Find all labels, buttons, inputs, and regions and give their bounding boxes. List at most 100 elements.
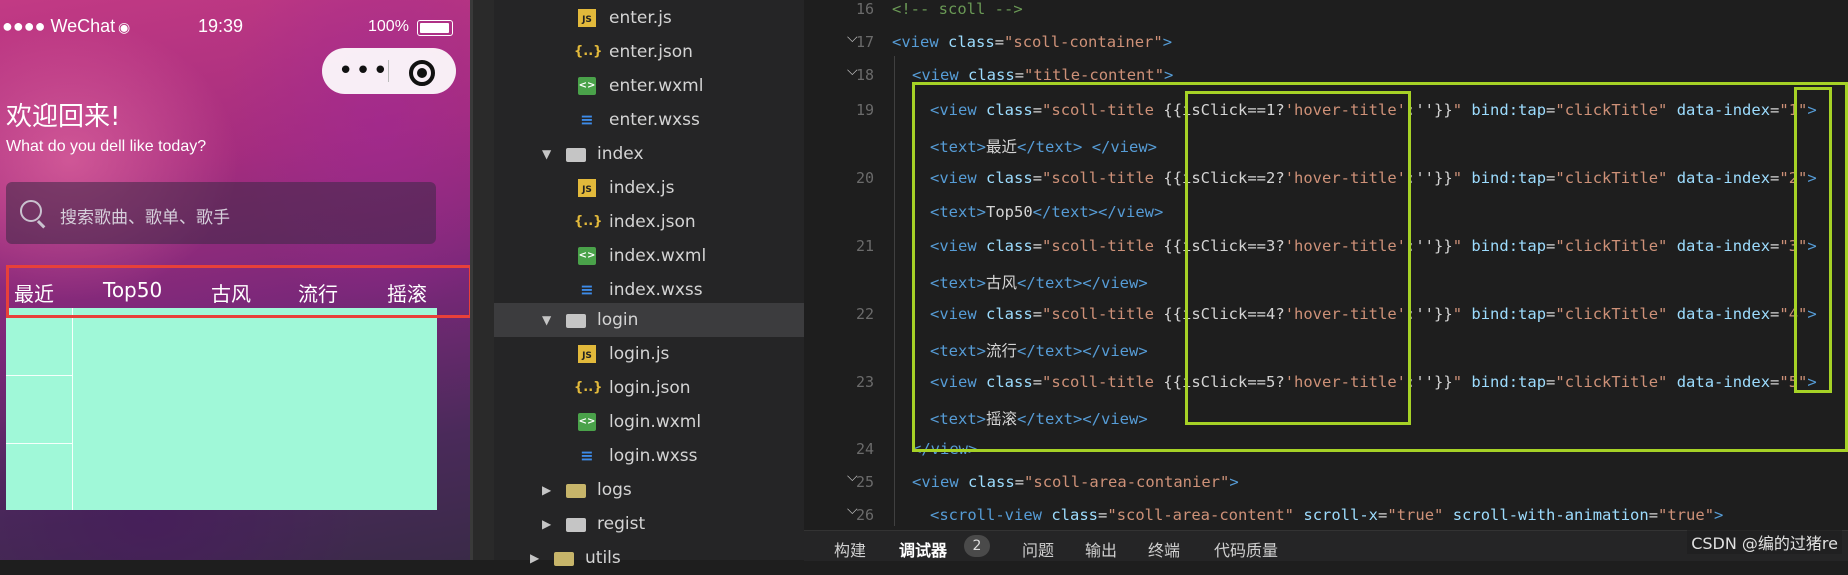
chevron-right-icon: ▶ <box>530 551 540 565</box>
search-icon <box>20 200 42 222</box>
line-number: 18 <box>855 66 874 84</box>
code-line-26: <scroll-view class="scoll-area-content" … <box>930 506 1724 524</box>
line-number: 20 <box>855 169 874 187</box>
tab-debugger[interactable]: 调试器 <box>899 537 947 561</box>
fold-chevron-icon[interactable]: ⌵ <box>847 502 858 518</box>
scroll-item-divider <box>72 308 73 510</box>
tree-item-enter-wxss[interactable]: ≡ enter.wxss <box>494 103 804 137</box>
fold-chevron-icon[interactable]: ⌵ <box>847 63 858 79</box>
battery-icon <box>417 20 453 36</box>
tree-item-label: enter.json <box>609 42 693 62</box>
tree-folder-login[interactable]: ▼ login <box>494 303 804 337</box>
tree-item-enter-wxml[interactable]: <> enter.wxml <box>494 69 804 103</box>
tree-item-label: index.js <box>609 178 675 198</box>
watermark: CSDN @编的过猪re <box>1687 530 1842 554</box>
annotation-red-box <box>6 265 470 318</box>
line-number: 19 <box>855 101 874 119</box>
tree-item-login-js[interactable]: JS login.js <box>494 337 804 371</box>
welcome-subtitle: What do you dell like today? <box>6 138 207 155</box>
tree-folder-utils[interactable]: ▶ utils <box>494 541 804 575</box>
tab-code-quality[interactable]: 代码质量 <box>1214 537 1278 561</box>
file-explorer: JS enter.js {..} enter.json <> enter.wxm… <box>494 0 804 568</box>
battery-percent: 100% <box>368 18 409 35</box>
search-placeholder: 搜索歌曲、歌单、歌手 <box>60 208 230 228</box>
tree-item-login-json[interactable]: {..} login.json <box>494 371 804 405</box>
tab-output[interactable]: 输出 <box>1085 537 1117 561</box>
scroll-row-divider <box>6 443 72 444</box>
folder-icon <box>554 552 574 566</box>
line-number: 22 <box>855 305 874 323</box>
tree-item-label: login.wxml <box>609 412 702 432</box>
tab-problems[interactable]: 问题 <box>1022 537 1054 561</box>
tab-terminal[interactable]: 终端 <box>1148 537 1180 561</box>
annotation-green-index-box <box>1794 87 1832 393</box>
line-number: 26 <box>855 506 874 524</box>
line-number: 23 <box>855 373 874 391</box>
phone-simulator: ●●●● WeChat ◉ 19:39 100% ••• 欢迎回来! What … <box>0 0 470 560</box>
carrier-label: ●●●● WeChat <box>2 16 116 36</box>
js-file-icon: JS <box>578 179 596 197</box>
folder-open-icon <box>566 148 586 162</box>
tree-item-label: index.wxml <box>609 246 707 266</box>
tree-item-label: logs <box>597 480 632 500</box>
wifi-icon: ◉ <box>118 19 131 35</box>
scroll-row-divider <box>6 375 72 376</box>
clock: 19:39 <box>198 16 244 36</box>
code-line-17: <view class="scoll-container"> <box>892 33 1173 51</box>
more-icon[interactable]: ••• <box>338 56 390 86</box>
folder-icon <box>566 518 586 532</box>
chevron-down-icon: ▼ <box>542 147 552 161</box>
welcome-title: 欢迎回来! <box>6 102 121 132</box>
code-editor[interactable]: 16 17 18 19 20 21 22 23 24 25 26 ⌵ ⌵ ⌵ ⌵… <box>804 0 1848 560</box>
wxml-file-icon: <> <box>578 77 596 95</box>
debugger-count-badge: 2 <box>964 535 990 557</box>
tree-item-label: index <box>597 144 644 164</box>
line-number: 17 <box>855 33 874 51</box>
tree-item-label: enter.js <box>609 8 672 28</box>
wxss-file-icon: ≡ <box>580 110 594 129</box>
tree-folder-regist[interactable]: ▶ regist <box>494 507 804 541</box>
tree-item-label: enter.wxml <box>609 76 704 96</box>
code-line-16: <!-- scoll --> <box>892 0 1023 18</box>
js-file-icon: JS <box>578 9 596 27</box>
tree-item-login-wxss[interactable]: ≡ login.wxss <box>494 439 804 473</box>
annotation-green-condition-box <box>1185 91 1411 425</box>
tree-item-label: index.json <box>609 212 696 232</box>
tree-folder-index[interactable]: ▼ index <box>494 137 804 171</box>
folder-open-icon <box>566 314 586 328</box>
json-file-icon: {..} <box>574 44 603 59</box>
tree-item-enter-js[interactable]: JS enter.js <box>494 1 804 35</box>
tree-item-label: login.json <box>609 378 691 398</box>
indent-guide <box>894 56 895 526</box>
tree-item-index-json[interactable]: {..} index.json <box>494 205 804 239</box>
wxss-file-icon: ≡ <box>580 446 594 465</box>
close-target-icon[interactable] <box>409 60 435 86</box>
tree-item-label: login <box>597 310 639 330</box>
tree-item-index-wxml[interactable]: <> index.wxml <box>494 239 804 273</box>
code-token: scoll-area-content <box>1116 506 1285 524</box>
fold-chevron-icon[interactable]: ⌵ <box>847 469 858 485</box>
line-number: 16 <box>855 0 874 18</box>
tree-folder-logs[interactable]: ▶ logs <box>494 473 804 507</box>
folder-icon <box>566 484 586 498</box>
tree-item-index-wxss[interactable]: ≡ index.wxss <box>494 273 804 307</box>
chevron-down-icon: ▼ <box>542 313 552 327</box>
chevron-right-icon: ▶ <box>542 483 552 497</box>
panel-divider[interactable] <box>470 0 494 560</box>
wxml-file-icon: <> <box>578 413 596 431</box>
tree-item-label: login.js <box>609 344 670 364</box>
tree-item-enter-json[interactable]: {..} enter.json <box>494 35 804 69</box>
tree-item-label: regist <box>597 514 646 534</box>
fold-chevron-icon[interactable]: ⌵ <box>847 30 858 46</box>
code-line-25: <view class="scoll-area-contanier"> <box>912 473 1239 491</box>
tree-item-login-wxml[interactable]: <> login.wxml <box>494 405 804 439</box>
line-number: 24 <box>855 440 874 458</box>
tree-item-index-js[interactable]: JS index.js <box>494 171 804 205</box>
tree-item-label: enter.wxss <box>609 110 700 130</box>
wxml-file-icon: <> <box>578 247 596 265</box>
tab-build[interactable]: 构建 <box>834 537 866 561</box>
chevron-right-icon: ▶ <box>542 517 552 531</box>
code-token: true <box>1396 506 1435 524</box>
scroll-area[interactable] <box>6 308 437 510</box>
tree-item-label: index.wxss <box>609 280 703 300</box>
